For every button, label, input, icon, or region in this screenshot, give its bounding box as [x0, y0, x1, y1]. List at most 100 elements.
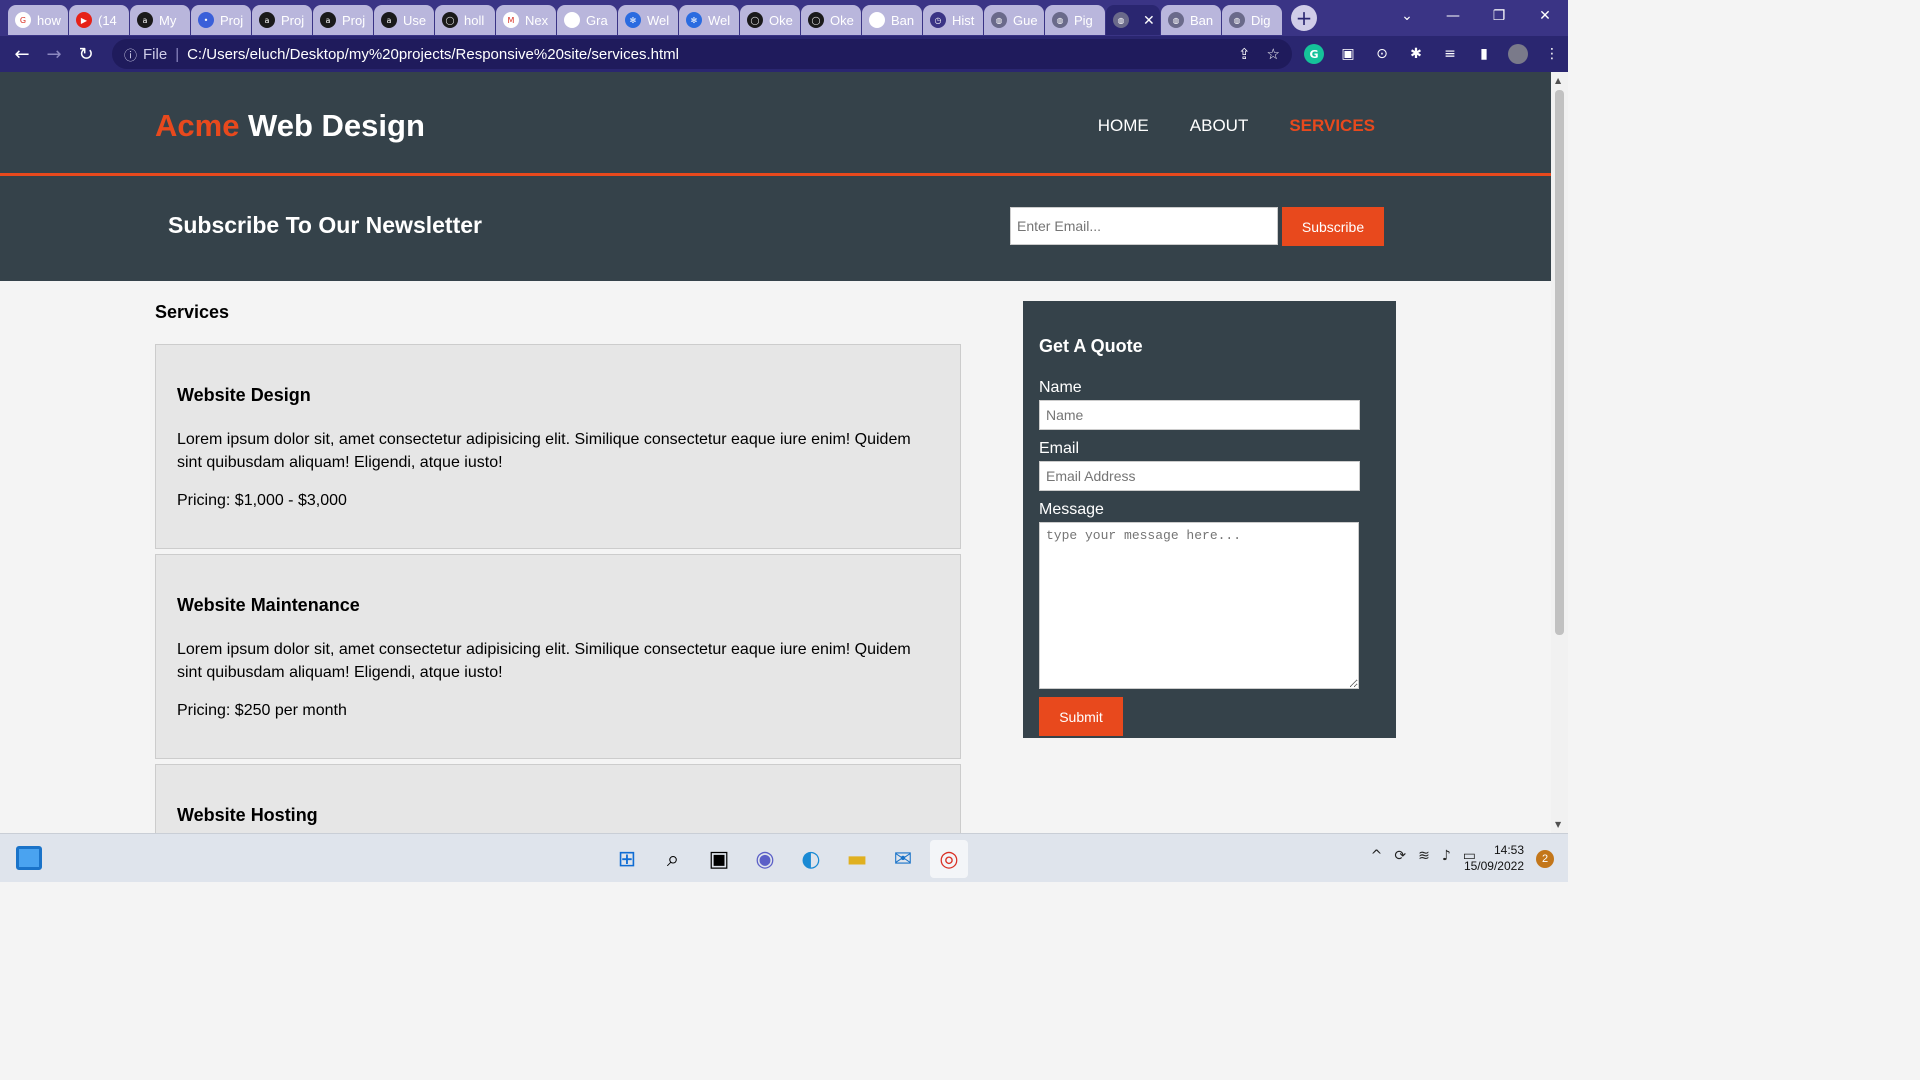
browser-tab[interactable]: ✻ Wel — [618, 5, 678, 35]
nav-link-home[interactable]: HOME — [1098, 116, 1149, 136]
media-control-icon[interactable]: ≡ — [1440, 44, 1460, 64]
browser-tab[interactable]: ◍ Gue — [984, 5, 1044, 35]
browser-tab[interactable]: a Proj — [252, 5, 312, 35]
browser-tab[interactable]: a Use — [374, 5, 434, 35]
tab-label: Proj — [220, 12, 244, 28]
new-tab-button[interactable]: + — [1291, 5, 1317, 31]
quote-submit-button[interactable]: Submit — [1039, 697, 1123, 736]
wifi-icon[interactable]: ≋ — [1418, 848, 1430, 864]
page-scrollbar[interactable]: ▲ ▼ — [1551, 72, 1568, 833]
tab-label: Nex — [525, 12, 549, 28]
browser-tab[interactable]: ✻ Wel — [679, 5, 739, 35]
sync-icon[interactable]: ⟳ — [1394, 848, 1406, 864]
browser-tab[interactable]: ◍ Ban — [1161, 5, 1221, 35]
newsletter-title: Subscribe To Our Newsletter — [168, 212, 482, 238]
tab-label: Oke — [769, 12, 793, 28]
side-panel-icon[interactable]: ▮ — [1474, 44, 1494, 64]
extensions-puzzle-icon[interactable]: ✱ — [1406, 44, 1426, 64]
browser-tab[interactable]: M Nex — [496, 5, 556, 35]
teams-chat-icon[interactable]: ◉ — [746, 840, 784, 878]
scrollbar-thumb[interactable] — [1555, 90, 1564, 635]
newsletter-email-input[interactable] — [1010, 207, 1278, 245]
tab-label: My — [159, 12, 177, 28]
browser-tab[interactable]: N Gra — [557, 5, 617, 35]
globe-icon: ◍ — [1113, 12, 1129, 28]
quote-title: Get A Quote — [1039, 336, 1143, 356]
clock-time: 14:53 — [1493, 843, 1524, 857]
address-url[interactable]: C:/Users/eluch/Desktop/my%20projects/Res… — [187, 46, 679, 63]
close-tab-icon[interactable]: ✕ — [1143, 12, 1155, 29]
browser-tab[interactable]: ◯ Oke — [740, 5, 800, 35]
dot-icon: • — [198, 12, 214, 28]
system-clock[interactable]: 14:53 15/09/2022 — [1464, 842, 1524, 874]
tab-label: Wel — [647, 12, 670, 28]
restore-button[interactable]: ❐ — [1476, 0, 1522, 32]
site-header: Acme Web Design HOME ABOUT SERVICES — [0, 72, 1551, 176]
edge-browser-icon[interactable]: ◐ — [792, 840, 830, 878]
tab-label: Proj — [281, 12, 305, 28]
back-button[interactable]: ← — [6, 38, 38, 70]
chrome-browser-icon[interactable]: ◎ — [930, 840, 968, 878]
browser-tab[interactable]: Ghow — [8, 5, 68, 35]
browser-tab[interactable]: J Ban — [862, 5, 922, 35]
window-controls: ⌄ — ❐ ✕ — [1384, 0, 1568, 32]
start-menu-icon[interactable]: ⊞ — [608, 840, 646, 878]
browser-menu-icon[interactable]: ⋮ — [1542, 44, 1562, 64]
minimize-button[interactable]: — — [1430, 0, 1476, 32]
grammarly-extension-icon[interactable]: G — [1304, 44, 1324, 64]
search-icon[interactable]: ⌕ — [654, 840, 692, 878]
bookmark-star-icon[interactable]: ☆ — [1267, 45, 1280, 63]
site-info-icon[interactable]: ⓘ — [124, 45, 137, 64]
system-tray: ^ ⟳ ≋ ♪ ▭ — [1371, 848, 1476, 864]
browser-tab[interactable]: a Proj — [313, 5, 373, 35]
email-input[interactable] — [1039, 461, 1360, 491]
newsletter-section: Subscribe To Our Newsletter Subscribe — [0, 176, 1551, 281]
forward-button[interactable]: → — [38, 38, 70, 70]
browser-tab[interactable]: ◍ Pig — [1045, 5, 1105, 35]
main-nav: HOME ABOUT SERVICES — [1098, 116, 1375, 136]
browser-tab[interactable]: ◍ ✕ — [1106, 5, 1160, 35]
browser-tab[interactable]: ◍ Dig — [1222, 5, 1282, 35]
widgets-icon[interactable] — [16, 846, 42, 870]
tab-label: Use — [403, 12, 427, 28]
scheme-label: File — [143, 45, 168, 63]
name-input[interactable] — [1039, 400, 1360, 430]
screen-extension-icon[interactable]: ▣ — [1338, 44, 1358, 64]
notification-badge[interactable]: 2 — [1536, 850, 1554, 868]
browser-tab[interactable]: ◯ holl — [435, 5, 495, 35]
volume-icon[interactable]: ♪ — [1442, 848, 1451, 864]
address-bar[interactable]: ⓘ File | C:/Users/eluch/Desktop/my%20pro… — [112, 39, 1292, 69]
share-icon[interactable]: ⇪ — [1238, 45, 1251, 63]
message-textarea[interactable] — [1039, 522, 1359, 689]
browser-tab-strip: Ghow ▶ (14 a My • Proj a Proj a Proj a Use ◯ holl M Nex N… — [0, 0, 1568, 36]
tab-label: holl — [464, 12, 485, 28]
browser-tab[interactable]: ◯ Oke — [801, 5, 861, 35]
browser-tab[interactable]: ▶ (14 — [69, 5, 129, 35]
subscribe-button[interactable]: Subscribe — [1282, 207, 1384, 246]
tray-overflow-chevron-icon[interactable]: ^ — [1371, 848, 1383, 864]
profile-avatar[interactable] — [1508, 44, 1528, 64]
mail-icon[interactable]: ✉ — [884, 840, 922, 878]
tab-search-icon[interactable]: ⌄ — [1384, 0, 1430, 32]
task-view-icon[interactable]: ▣ — [700, 840, 738, 878]
file-explorer-icon[interactable]: ▬ — [838, 840, 876, 878]
download-extension-icon[interactable]: ⊙ — [1372, 44, 1392, 64]
browser-tab[interactable]: • Proj — [191, 5, 251, 35]
scroll-down-arrow-icon[interactable]: ▼ — [1555, 820, 1561, 829]
nav-link-services[interactable]: SERVICES — [1289, 116, 1375, 136]
taskbar-apps: ⊞ ⌕ ▣ ◉ ◐ ▬ ✉ ◎ — [608, 840, 968, 878]
gmail-icon: M — [503, 12, 519, 28]
globe-icon: ◍ — [1229, 12, 1245, 28]
email-label: Email — [1039, 440, 1080, 457]
scroll-up-arrow-icon[interactable]: ▲ — [1555, 76, 1561, 85]
site-brand: Acme Web Design — [155, 108, 425, 144]
browser-tab[interactable]: a My — [130, 5, 190, 35]
github-icon: ◯ — [747, 12, 763, 28]
alx-icon: a — [320, 12, 336, 28]
tab-label: (14 — [98, 12, 117, 28]
browser-tab[interactable]: ◷ Hist — [923, 5, 983, 35]
reload-button[interactable]: ↻ — [70, 38, 102, 70]
close-window-button[interactable]: ✕ — [1522, 0, 1568, 32]
nav-link-about[interactable]: ABOUT — [1190, 116, 1249, 136]
tab-label: Gue — [1013, 12, 1038, 28]
